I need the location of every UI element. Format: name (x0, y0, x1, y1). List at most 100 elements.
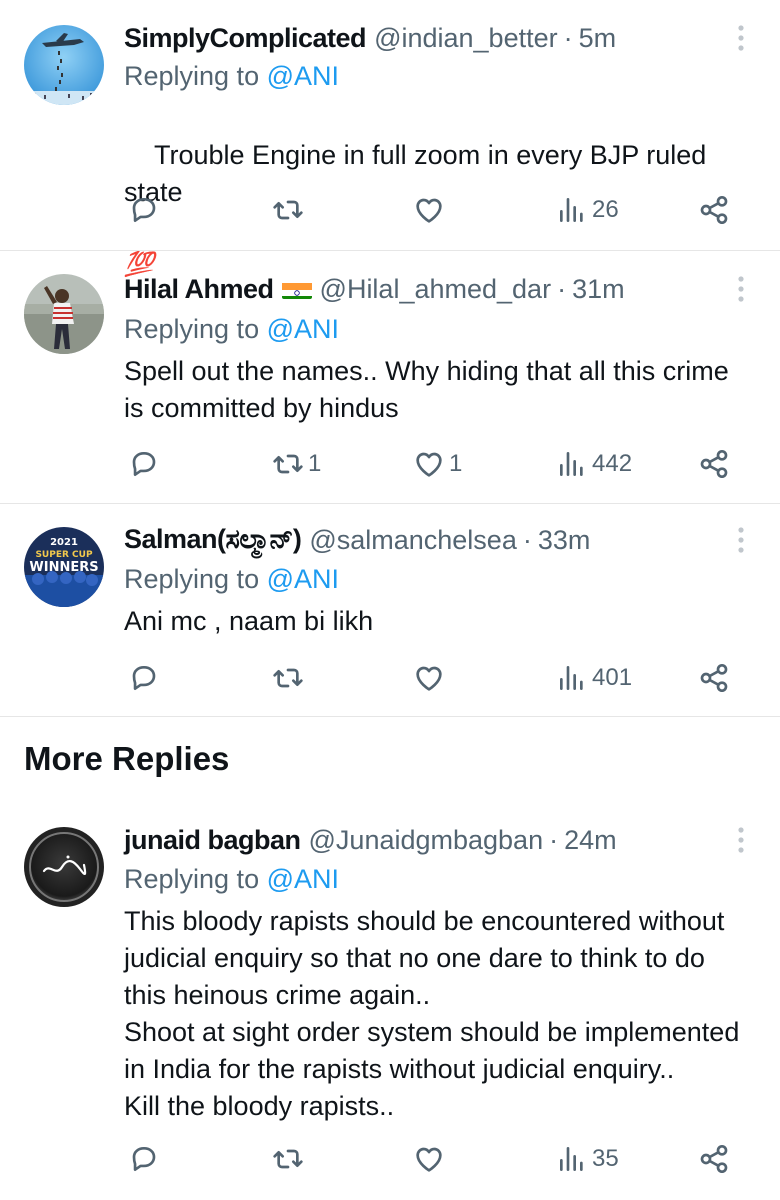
tweet-text: This bloody rapists should be encountere… (124, 906, 740, 1121)
replying-to: Replying to @ANI (124, 861, 339, 897)
reply-tweet[interactable]: SimplyComplicated @indian_better · 5m Re… (0, 0, 780, 278)
views-button[interactable]: 26 (556, 190, 619, 230)
avatar[interactable]: 2021 SUPER CUP WINNERS (24, 527, 104, 607)
reply-button[interactable] (128, 658, 164, 698)
reply-tweet[interactable]: junaid bagban @Junaidgmbagban · 24m Repl… (0, 800, 780, 1200)
tweet-text: Ani mc , naam bi likh (124, 606, 374, 636)
reply-icon (132, 1147, 156, 1171)
share-icon (700, 196, 728, 224)
share-button[interactable] (698, 658, 730, 698)
more-options-icon[interactable] (729, 822, 753, 858)
timestamp[interactable]: 24m (564, 825, 617, 856)
replying-to-mention[interactable]: @ANI (267, 314, 339, 344)
replying-to-mention[interactable]: @ANI (267, 564, 339, 594)
retweet-icon (273, 1149, 303, 1169)
more-options-icon[interactable] (729, 522, 753, 558)
share-button[interactable] (698, 1139, 730, 1179)
retweet-button[interactable] (272, 658, 308, 698)
share-icon (700, 450, 728, 478)
user-handle[interactable]: @indian_better (374, 23, 558, 54)
more-options-icon[interactable] (729, 20, 753, 56)
share-button[interactable] (698, 444, 730, 484)
views-chart-icon (560, 198, 583, 222)
replying-to-mention[interactable]: @ANI (267, 61, 339, 91)
india-flag-icon (281, 279, 312, 299)
views-chart-icon (560, 666, 583, 690)
avatar-winners-text: WINNERS (29, 560, 98, 575)
tweet-actions: 1 1 442 (0, 444, 780, 484)
heart-icon (416, 666, 442, 691)
share-button[interactable] (698, 190, 730, 230)
tweet-actions: 26 (0, 190, 780, 230)
retweet-icon (273, 668, 303, 688)
replying-to-label: Replying to (124, 864, 267, 894)
separator-dot: · (549, 824, 559, 855)
tweet-actions: 35 (0, 1139, 780, 1179)
retweet-button[interactable] (272, 190, 308, 230)
reply-button[interactable] (128, 444, 164, 484)
reply-button[interactable] (128, 1139, 164, 1179)
like-button[interactable] (413, 658, 449, 698)
user-handle[interactable]: @Junaidgmbagban (309, 825, 544, 856)
reply-icon (132, 198, 156, 222)
retweet-icon (273, 200, 303, 220)
tweet-header: Salman(ಸಲ್ಮಾನ್) @salmanchelsea · 33m (124, 522, 590, 558)
user-handle[interactable]: @salmanchelsea (309, 525, 517, 556)
heart-icon (416, 452, 442, 477)
avatar-year-text: 2021 (50, 537, 78, 548)
view-count: 442 (592, 450, 633, 477)
reply-button[interactable] (128, 190, 164, 230)
replying-to-mention[interactable]: @ANI (267, 864, 339, 894)
heart-icon (416, 1147, 442, 1172)
reply-icon (132, 452, 156, 476)
avatar[interactable] (24, 274, 104, 354)
like-button[interactable]: 1 (413, 444, 462, 484)
reply-tweet[interactable]: Hilal Ahmed @Hilal_ahmed_dar · 31m Reply… (0, 251, 780, 503)
retweet-button[interactable] (272, 1139, 308, 1179)
tweet-text: Spell out the names.. Why hiding that al… (124, 356, 729, 423)
display-name[interactable]: junaid bagban (124, 825, 301, 856)
retweet-count: 1 (308, 450, 322, 477)
replying-to: Replying to @ANI (124, 311, 339, 347)
timestamp[interactable]: 33m (538, 525, 591, 556)
retweet-icon (273, 454, 303, 474)
views-chart-icon (560, 452, 583, 476)
display-name[interactable]: Hilal Ahmed (124, 274, 274, 305)
tweet-actions: 401 (0, 658, 780, 698)
display-name[interactable]: SimplyComplicated (124, 23, 367, 54)
more-options-icon[interactable] (729, 271, 753, 307)
views-button[interactable]: 35 (556, 1139, 619, 1179)
reply-icon (132, 666, 156, 690)
divider (0, 716, 780, 717)
view-count: 35 (592, 1145, 619, 1172)
view-count: 401 (592, 664, 633, 691)
reply-tweet[interactable]: 2021 SUPER CUP WINNERS Salman(ಸಲ್ಮಾನ್) @… (0, 504, 780, 716)
separator-dot: · (557, 273, 567, 304)
replying-to-label: Replying to (124, 61, 267, 91)
like-button[interactable] (413, 190, 449, 230)
timestamp[interactable]: 31m (572, 274, 625, 305)
avatar[interactable] (24, 25, 104, 105)
like-count: 1 (449, 450, 463, 477)
display-name[interactable]: Salman(ಸಲ್ಮಾನ್) (124, 524, 302, 556)
timestamp[interactable]: 5m (579, 23, 617, 54)
replying-to-label: Replying to (124, 564, 267, 594)
tweet-header: junaid bagban @Junaidgmbagban · 24m (124, 822, 617, 858)
avatar-title-text: SUPER CUP (35, 550, 93, 560)
like-button[interactable] (413, 1139, 449, 1179)
retweet-button[interactable]: 1 (272, 444, 321, 484)
views-chart-icon (560, 1147, 583, 1171)
share-icon (700, 1145, 728, 1173)
user-handle[interactable]: @Hilal_ahmed_dar (320, 274, 552, 305)
heart-icon (416, 198, 442, 223)
avatar[interactable] (24, 827, 104, 907)
replying-to-label: Replying to (124, 314, 267, 344)
replying-to: Replying to @ANI (124, 561, 339, 597)
share-icon (700, 664, 728, 692)
section-heading: More Replies (24, 740, 230, 777)
views-button[interactable]: 442 (556, 444, 632, 484)
separator-dot: · (522, 524, 532, 555)
replying-to: Replying to @ANI (124, 58, 339, 94)
views-button[interactable]: 401 (556, 658, 632, 698)
view-count: 26 (592, 196, 619, 223)
